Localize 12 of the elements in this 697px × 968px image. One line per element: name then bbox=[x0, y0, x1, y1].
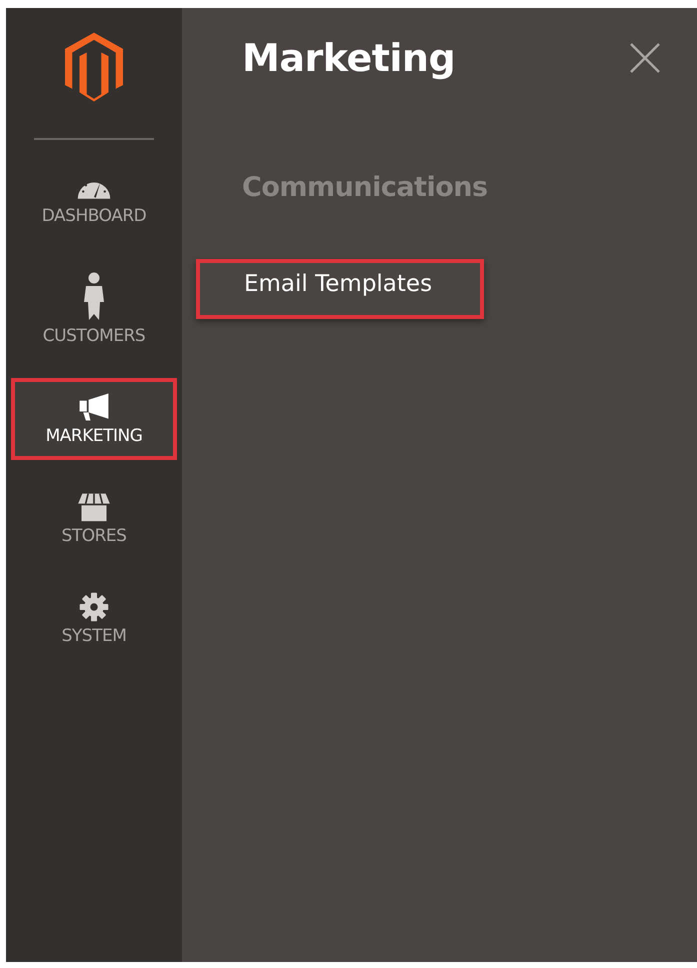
person-icon bbox=[82, 272, 106, 322]
logo-icon bbox=[65, 32, 123, 102]
submenu-link[interactable]: Email Templates bbox=[196, 259, 484, 319]
close-icon[interactable] bbox=[629, 42, 661, 74]
nav-item[interactable]: CUSTOMERS bbox=[11, 258, 177, 360]
nav-item[interactable]: DASHBOARD bbox=[11, 158, 177, 240]
section-heading: Communications bbox=[242, 172, 488, 203]
nav-item[interactable]: SYSTEM bbox=[11, 578, 177, 660]
nav-item[interactable]: MARKETING bbox=[11, 378, 177, 460]
submenu-title: Marketing bbox=[242, 36, 456, 80]
nav-item[interactable]: STORES bbox=[11, 478, 177, 560]
storefront-icon bbox=[76, 492, 112, 522]
